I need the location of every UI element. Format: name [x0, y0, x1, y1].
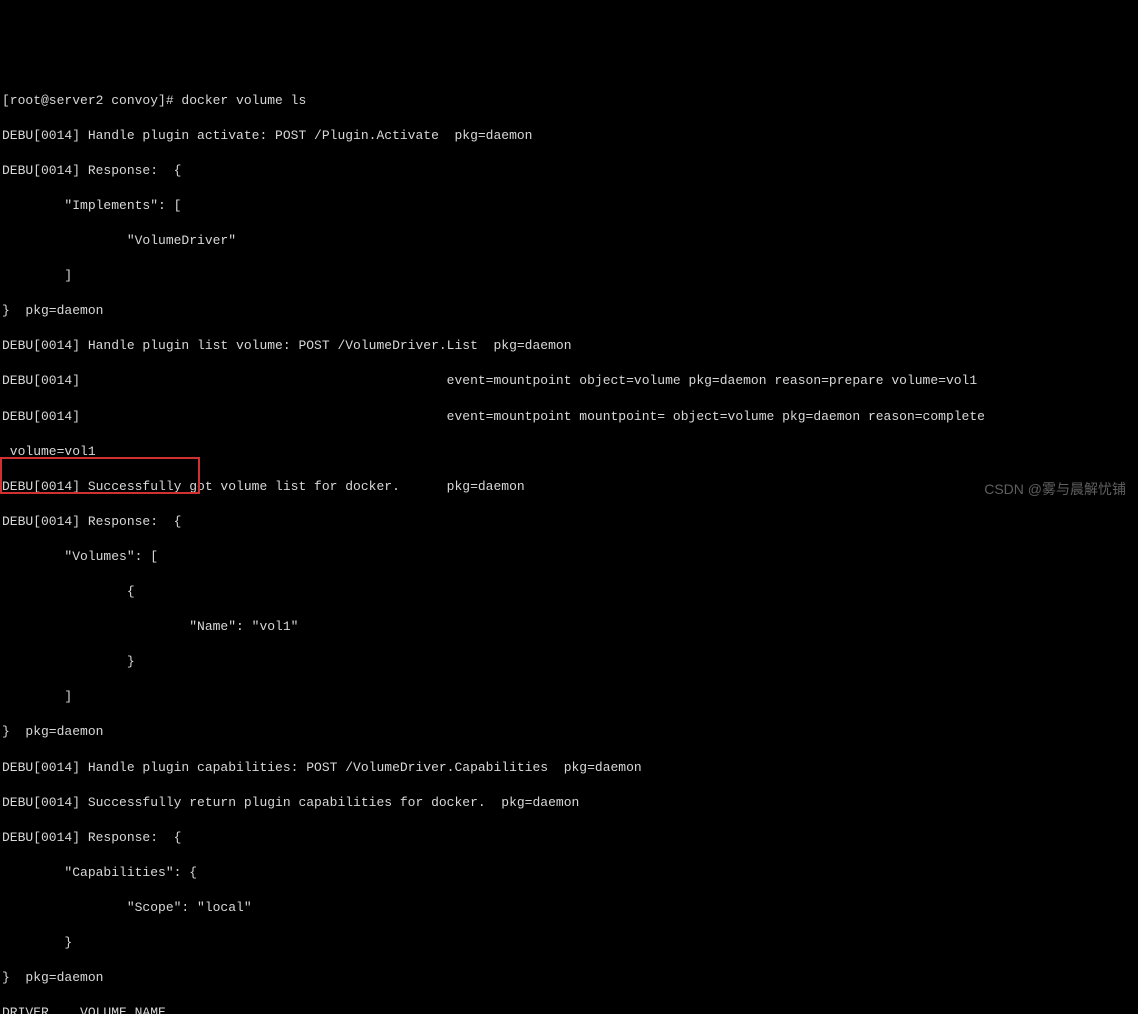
log-line: {: [2, 583, 1136, 601]
log-line: } pkg=daemon: [2, 723, 1136, 741]
log-line: DEBU[0014] Response: {: [2, 829, 1136, 847]
log-line: "VolumeDriver": [2, 232, 1136, 250]
command-prompt: [root@server2 convoy]# docker volume ls: [2, 92, 1136, 110]
watermark-text: CSDN @雾与晨解忧铺: [984, 480, 1126, 499]
log-line: DEBU[0014] event=mountpoint mountpoint= …: [2, 408, 1136, 426]
log-line: DEBU[0014] Successfully return plugin ca…: [2, 794, 1136, 812]
log-line: "Volumes": [: [2, 548, 1136, 566]
log-line: DEBU[0014] Handle plugin list volume: PO…: [2, 337, 1136, 355]
log-line: DEBU[0014] Response: {: [2, 162, 1136, 180]
log-line: DEBU[0014] Handle plugin activate: POST …: [2, 127, 1136, 145]
log-line: }: [2, 653, 1136, 671]
log-line: DEBU[0014] Handle plugin capabilities: P…: [2, 759, 1136, 777]
log-line: DEBU[0014] event=mountpoint object=volum…: [2, 372, 1136, 390]
log-line: "Name": "vol1": [2, 618, 1136, 636]
terminal-output: [root@server2 convoy]# docker volume ls …: [2, 74, 1136, 1014]
log-line: volume=vol1: [2, 443, 1136, 461]
log-line: } pkg=daemon: [2, 969, 1136, 987]
log-line: DEBU[0014] Successfully got volume list …: [2, 478, 1136, 496]
log-line: "Scope": "local": [2, 899, 1136, 917]
log-line: "Implements": [: [2, 197, 1136, 215]
table-header: DRIVER VOLUME NAME: [2, 1004, 1136, 1014]
log-line: ]: [2, 688, 1136, 706]
log-line: }: [2, 934, 1136, 952]
log-line: ]: [2, 267, 1136, 285]
log-line: DEBU[0014] Response: {: [2, 513, 1136, 531]
log-line: } pkg=daemon: [2, 302, 1136, 320]
log-line: "Capabilities": {: [2, 864, 1136, 882]
